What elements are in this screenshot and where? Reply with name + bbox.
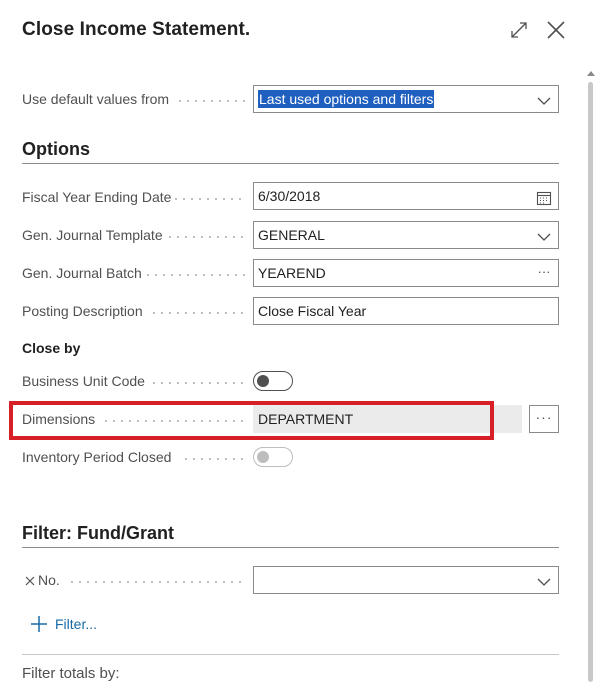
defaults-select[interactable]: Last used options and filters xyxy=(253,85,559,113)
batch-input[interactable]: YEAREND ··· xyxy=(253,259,559,287)
footer-divider xyxy=(22,654,559,655)
defaults-label: Use default values from xyxy=(22,91,170,107)
posting-label: Posting Description xyxy=(22,303,143,319)
leader-dots xyxy=(182,458,246,460)
plus-icon xyxy=(30,615,48,633)
batch-label: Gen. Journal Batch xyxy=(22,265,142,281)
chevron-down-icon[interactable] xyxy=(536,227,552,243)
close-icon[interactable] xyxy=(545,19,567,41)
leader-dots xyxy=(150,382,246,384)
leader-dots xyxy=(144,274,246,276)
chevron-down-icon[interactable] xyxy=(536,572,552,588)
business-unit-label: Business Unit Code xyxy=(22,373,145,389)
add-filter-label: Filter... xyxy=(55,616,98,632)
close-by-heading: Close by xyxy=(22,340,81,356)
close-income-statement-dialog: Close Income Statement. Use default valu… xyxy=(0,0,598,687)
scroll-thumb[interactable] xyxy=(588,82,593,682)
options-heading: Options xyxy=(22,139,90,159)
dialog-title: Close Income Statement. xyxy=(22,19,251,40)
batch-value: YEAREND xyxy=(258,265,326,281)
scroll-up-icon[interactable] xyxy=(587,71,595,76)
expand-icon[interactable] xyxy=(508,19,530,41)
chevron-down-icon[interactable] xyxy=(536,91,552,107)
no-label: No. xyxy=(38,572,60,588)
inventory-label: Inventory Period Closed xyxy=(22,449,172,465)
filter-totals-label: Filter totals by: xyxy=(22,665,120,682)
fiscal-year-input[interactable]: 6/30/2018 xyxy=(253,182,559,210)
leader-dots xyxy=(176,100,246,102)
highlight-box xyxy=(9,401,494,440)
template-value: GENERAL xyxy=(258,227,325,243)
calendar-icon[interactable] xyxy=(536,188,552,206)
inventory-toggle[interactable] xyxy=(253,447,293,467)
remove-filter-icon[interactable] xyxy=(24,574,36,586)
dimensions-assist-button[interactable]: ··· xyxy=(529,405,559,433)
filter-divider xyxy=(22,547,559,548)
leader-dots xyxy=(68,581,246,583)
defaults-value: Last used options and filters xyxy=(258,90,435,108)
scrollbar[interactable] xyxy=(586,68,596,687)
leader-dots xyxy=(172,198,246,200)
posting-input[interactable]: Close Fiscal Year xyxy=(253,297,559,325)
toggle-knob xyxy=(257,375,269,387)
template-select[interactable]: GENERAL xyxy=(253,221,559,249)
business-unit-toggle[interactable] xyxy=(253,371,293,391)
options-divider xyxy=(22,163,559,164)
fiscal-year-value: 6/30/2018 xyxy=(258,188,321,204)
filter-heading: Filter: Fund/Grant xyxy=(22,523,174,543)
fiscal-year-label: Fiscal Year Ending Date xyxy=(22,189,172,205)
ellipsis-icon[interactable]: ··· xyxy=(536,260,552,279)
no-filter-select[interactable] xyxy=(253,566,559,594)
leader-dots xyxy=(150,312,246,314)
posting-value: Close Fiscal Year xyxy=(258,303,367,319)
leader-dots xyxy=(166,236,246,238)
toggle-knob xyxy=(257,451,269,463)
template-label: Gen. Journal Template xyxy=(22,227,163,243)
